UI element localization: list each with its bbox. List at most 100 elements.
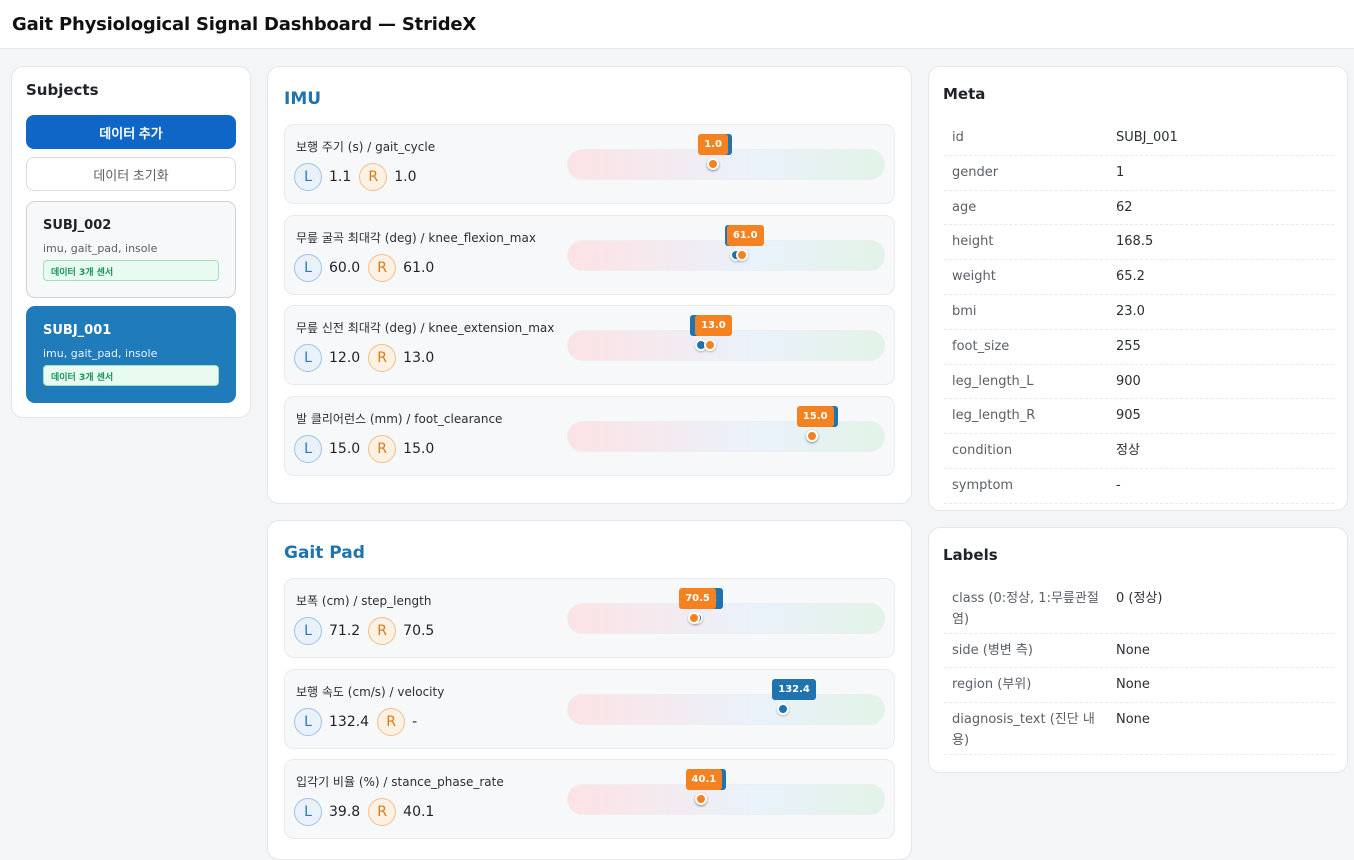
kv-row: class (0:정상, 1:무릎관절염) 0 (정상) <box>944 582 1334 634</box>
kv-row: condition 정상 <box>944 434 1334 469</box>
kv-key: leg_length_R <box>952 408 1036 424</box>
left-value: 132.4 <box>329 713 370 730</box>
gait-pad-panel: Gait Pad 보폭 (cm) / step_length L 71.2 R … <box>267 520 912 860</box>
left-side-pill: L <box>294 707 322 736</box>
kv-row: leg_length_R 905 <box>944 399 1334 435</box>
range-track: 1.11.0 <box>567 134 885 180</box>
sensor-count-badge: 데이터 3개 센서 <box>43 365 219 386</box>
right-side-pill: R <box>368 617 397 645</box>
metric-values: L 12.0 R 13.0 <box>294 344 442 372</box>
kv-key: diagnosis_text (진단 내용) <box>952 712 1095 748</box>
kv-row: bmi 23.0 <box>944 295 1334 330</box>
metric-label: 무릎 신전 최대각 (deg) / knee_extension_max <box>296 321 555 335</box>
subject-id: SUBJ_001 <box>43 323 112 338</box>
metric-row: 보폭 (cm) / step_length L 71.2 R 70.5 71.2… <box>284 578 895 658</box>
left-side-pill: L <box>294 163 322 191</box>
left-value: 39.8 <box>329 804 361 820</box>
metric-values: L 1.1 R 1.0 <box>294 163 425 191</box>
right-value: - <box>412 713 418 730</box>
metric-values: L 60.0 R 61.0 <box>294 253 442 282</box>
left-marker <box>777 702 790 715</box>
kv-row: height 168.5 <box>944 225 1334 261</box>
subject-card-subj-001[interactable]: SUBJ_001 imu, gait_pad, insole 데이터 3개 센서 <box>26 306 236 403</box>
right-marker <box>805 429 818 442</box>
labels-panel: Labels class (0:정상, 1:무릎관절염) 0 (정상) side… <box>928 527 1348 773</box>
right-value-tag: 61.0 <box>726 224 764 246</box>
left-value: 12.0 <box>329 350 361 366</box>
kv-value: 65.2 <box>1116 269 1145 285</box>
right-marker <box>707 158 720 170</box>
metric-row: 보행 주기 (s) / gait_cycle L 1.1 R 1.0 1.11.… <box>284 124 895 204</box>
metric-label: 보행 주기 (s) / gait_cycle <box>296 140 436 154</box>
gait-pad-title: Gait Pad <box>284 543 365 563</box>
kv-row: foot_size 255 <box>944 330 1334 365</box>
kv-row: diagnosis_text (진단 내용) None <box>944 703 1334 755</box>
kv-value: 905 <box>1116 408 1141 424</box>
range-track: 12.013.0 <box>567 315 885 361</box>
kv-key: id <box>952 130 964 145</box>
kv-key: height <box>952 234 994 250</box>
right-side-pill: R <box>368 253 397 282</box>
kv-key: leg_length_L <box>952 373 1034 389</box>
kv-row: leg_length_L 900 <box>944 365 1334 400</box>
metric-row: 입각기 비율 (%) / stance_phase_rate L 39.8 R … <box>284 759 895 839</box>
right-marker <box>694 793 707 805</box>
range-track: 39.840.1 <box>567 769 885 815</box>
right-value: 61.0 <box>403 259 435 276</box>
left-side-pill: L <box>294 617 322 645</box>
left-side-pill: L <box>294 798 322 826</box>
kv-value: None <box>1116 677 1150 692</box>
right-value: 70.5 <box>403 623 435 639</box>
meta-panel: Meta id SUBJ_001 gender 1 age 62 height … <box>928 66 1348 511</box>
left-value: 15.0 <box>329 440 361 457</box>
kv-value: SUBJ_001 <box>1116 130 1178 145</box>
kv-value: - <box>1116 478 1121 493</box>
subjects-panel: Subjects 데이터 추가 데이터 초기화 SUBJ_002 imu, ga… <box>11 66 251 418</box>
right-value-tag: 70.5 <box>679 588 716 609</box>
right-value: 1.0 <box>394 169 417 185</box>
reset-data-button[interactable]: 데이터 초기화 <box>26 157 236 191</box>
left-value: 60.0 <box>329 259 361 276</box>
kv-key: gender <box>952 164 999 180</box>
kv-row: symptom - <box>944 469 1334 504</box>
kv-key: side (병변 측) <box>952 643 1033 658</box>
metric-label: 보폭 (cm) / step_length <box>296 594 432 608</box>
metric-row: 무릎 신전 최대각 (deg) / knee_extension_max L 1… <box>284 305 895 385</box>
right-marker <box>704 339 717 351</box>
right-side-pill: R <box>377 707 406 736</box>
imu-panel: IMU 보행 주기 (s) / gait_cycle L 1.1 R 1.0 1… <box>267 66 912 504</box>
metric-row: 발 클리어런스 (mm) / foot_clearance L 15.0 R 1… <box>284 395 895 476</box>
kv-key: bmi <box>952 304 977 319</box>
right-value: 15.0 <box>403 440 435 457</box>
imu-title: IMU <box>284 89 322 109</box>
kv-key: age <box>952 199 977 215</box>
left-value: 71.2 <box>329 623 361 639</box>
kv-key: condition <box>952 443 1013 459</box>
top-bar: Gait Physiological Signal Dashboard — St… <box>0 0 1354 49</box>
add-data-button[interactable]: 데이터 추가 <box>26 115 236 149</box>
range-track: 60.061.0 <box>567 224 885 271</box>
kv-value: 정상 <box>1116 443 1140 459</box>
kv-row: id SUBJ_001 <box>944 121 1334 156</box>
meta-title: Meta <box>943 85 986 103</box>
right-marker <box>735 248 748 261</box>
right-value: 13.0 <box>403 350 435 366</box>
subject-sensors: imu, gait_pad, insole <box>43 242 158 255</box>
kv-row: age 62 <box>944 191 1334 226</box>
kv-value: 62 <box>1116 199 1133 215</box>
range-track: 132.4 <box>567 678 885 725</box>
left-side-pill: L <box>294 434 322 463</box>
right-side-pill: R <box>359 163 388 191</box>
left-side-pill: L <box>294 344 322 372</box>
right-value-tag: 40.1 <box>685 769 723 790</box>
subject-id: SUBJ_002 <box>43 218 112 233</box>
subject-card-subj-002[interactable]: SUBJ_002 imu, gait_pad, insole 데이터 3개 센서 <box>26 201 236 298</box>
right-side-pill: R <box>368 344 397 372</box>
kv-value: 255 <box>1116 338 1141 354</box>
range-track: 71.270.5 <box>567 588 885 634</box>
metric-label: 무릎 굴곡 최대각 (deg) / knee_flexion_max <box>296 230 536 245</box>
metric-row: 보행 속도 (cm/s) / velocity L 132.4 R - 132.… <box>284 668 895 749</box>
kv-value: 0 (정상) <box>1116 591 1163 606</box>
metric-values: L 132.4 R - <box>294 707 425 736</box>
kv-key: region (부위) <box>952 677 1032 692</box>
